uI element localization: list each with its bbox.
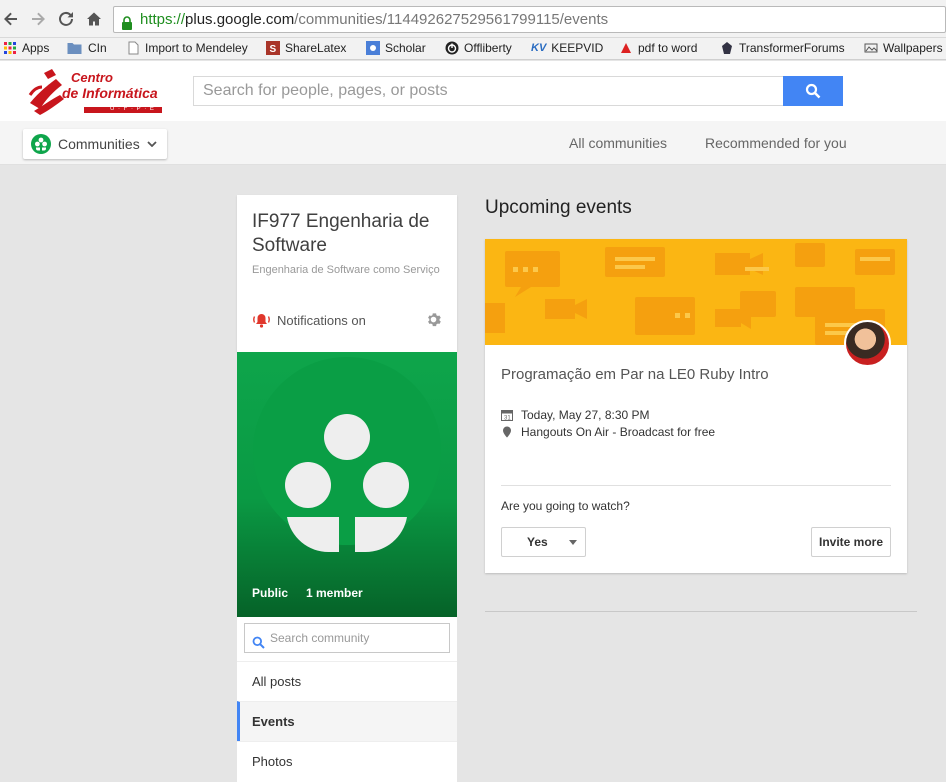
folder-icon (67, 43, 82, 54)
community-search-placeholder: Search community (270, 631, 370, 645)
caret-down-icon (569, 540, 577, 545)
centro-de-informatica-logo[interactable]: Centro de Informática U · F · P · E (26, 65, 166, 117)
nav-all-posts[interactable]: All posts (237, 661, 457, 701)
event-banner[interactable] (485, 239, 907, 345)
bookmark-label: TransformerForums (739, 41, 845, 55)
community-title: IF977 Engenharia de Software (252, 211, 430, 256)
power-icon (445, 41, 459, 55)
bookmark-sharelatex[interactable]: S ShareLatex (266, 41, 346, 55)
organizer-avatar[interactable] (844, 320, 891, 367)
bookmark-wallpapers[interactable]: Wallpapers (864, 41, 943, 55)
rsvp-yes-label: Yes (527, 535, 548, 549)
reload-icon[interactable] (55, 8, 77, 30)
visibility-label: Public (252, 586, 289, 600)
location-pin-icon (503, 426, 511, 438)
recommended-link[interactable]: Recommended for you (705, 135, 847, 151)
url-scheme: https:// (140, 11, 186, 28)
community-cover: Public 1 member (237, 352, 457, 617)
rsvp-yes-dropdown[interactable]: Yes (501, 527, 586, 557)
bookmark-label: Import to Mendeley (145, 41, 248, 55)
logo-text-ufpe: U · F · P · E (110, 106, 155, 112)
site-header: Centro de Informática U · F · P · E Sear… (0, 61, 946, 121)
hangouts-pattern-icon (485, 243, 895, 345)
bookmark-label: ShareLatex (285, 41, 347, 55)
forward-icon[interactable] (27, 8, 49, 30)
page-icon (128, 41, 139, 55)
logo-text-informatica: de Informática (62, 85, 158, 101)
community-people-icon (253, 357, 441, 553)
transformer-icon (722, 42, 732, 54)
address-bar[interactable]: https://plus.google.com/communities/1144… (113, 6, 946, 33)
calendar-icon: 31 (501, 410, 513, 422)
bookmark-label: Scholar (385, 41, 426, 55)
notifications-toggle[interactable]: Notifications on (252, 312, 366, 328)
event-title[interactable]: Programação em Par na LE0 Ruby Intro (501, 366, 769, 383)
bookmark-label: Apps (22, 41, 50, 55)
lock-icon (121, 13, 133, 32)
scholar-icon (366, 41, 380, 55)
community-info-card: IF977 Engenharia de Software Engenharia … (237, 195, 457, 352)
all-communities-link[interactable]: All communities (569, 135, 667, 151)
bookmark-transformerforums[interactable]: TransformerForums (720, 41, 845, 55)
bookmark-keepvid[interactable]: KV KEEPVID (531, 41, 603, 55)
event-divider (501, 485, 891, 486)
browser-toolbar: https://plus.google.com/communities/1144… (0, 0, 946, 38)
sharelatex-icon: S (266, 41, 280, 55)
svg-text:S: S (270, 44, 277, 55)
event-card: Programação em Par na LE0 Ruby Intro 31 … (485, 239, 907, 573)
bookmark-cin[interactable]: CIn (66, 41, 107, 55)
community-subtitle: Engenharia de Software como Serviço (252, 264, 440, 276)
event-datetime-text: Today, May 27, 8:30 PM (521, 408, 650, 422)
events-heading: Upcoming events (485, 197, 632, 218)
back-icon[interactable] (0, 8, 22, 30)
bookmark-label: Offliberty (464, 41, 512, 55)
invite-more-button[interactable]: Invite more (811, 527, 891, 557)
keepvid-icon: KV (531, 42, 547, 54)
community-search-input[interactable]: Search community (244, 623, 450, 653)
url-path: /communities/114492627529561799115/event… (294, 11, 609, 28)
search-icon (805, 83, 821, 99)
bookmark-mendeley[interactable]: Import to Mendeley (126, 41, 248, 55)
search-button[interactable] (783, 76, 843, 106)
apps-grid-icon (4, 42, 16, 54)
svg-text:31: 31 (504, 416, 511, 422)
member-count[interactable]: 1 member (306, 586, 363, 600)
search-input[interactable]: Search for people, pages, or posts (193, 76, 783, 106)
settings-gear-icon[interactable] (426, 312, 441, 332)
events-separator (485, 611, 917, 612)
bookmark-label: KEEPVID (551, 41, 604, 55)
url-host: plus.google.com (185, 11, 295, 28)
pdf-icon (621, 43, 631, 53)
notifications-label: Notifications on (277, 312, 366, 328)
community-subbar: Communities All communities Recommended … (0, 121, 946, 165)
bookmark-apps[interactable]: Apps (3, 41, 49, 55)
event-datetime: 31 Today, May 27, 8:30 PM (501, 408, 650, 422)
wallpapers-icon (864, 43, 878, 53)
bookmark-label: Wallpapers (883, 41, 943, 55)
logo-text-centro: Centro (71, 70, 113, 85)
bookmark-scholar[interactable]: Scholar (366, 41, 426, 55)
bookmark-pdf-to-word[interactable]: pdf to word (619, 41, 697, 55)
search-icon (252, 631, 265, 659)
communities-icon (31, 134, 51, 154)
communities-dropdown[interactable]: Communities (23, 129, 167, 159)
event-location: Hangouts On Air - Broadcast for free (501, 425, 715, 439)
bookmark-offliberty[interactable]: Offliberty (445, 41, 512, 55)
nav-photos[interactable]: Photos (237, 741, 457, 781)
home-icon[interactable] (83, 8, 105, 30)
rsvp-question: Are you going to watch? (501, 499, 630, 513)
event-location-text: Hangouts On Air - Broadcast for free (521, 425, 716, 439)
bell-icon (253, 314, 270, 328)
communities-label: Communities (58, 136, 140, 152)
bookmark-label: pdf to word (638, 41, 698, 55)
nav-events[interactable]: Events (237, 701, 457, 741)
bookmarks-bar: Apps CIn Import to Mendeley S ShareLatex… (0, 38, 946, 60)
chevron-down-icon (147, 141, 157, 147)
bookmark-label: CIn (88, 41, 107, 55)
